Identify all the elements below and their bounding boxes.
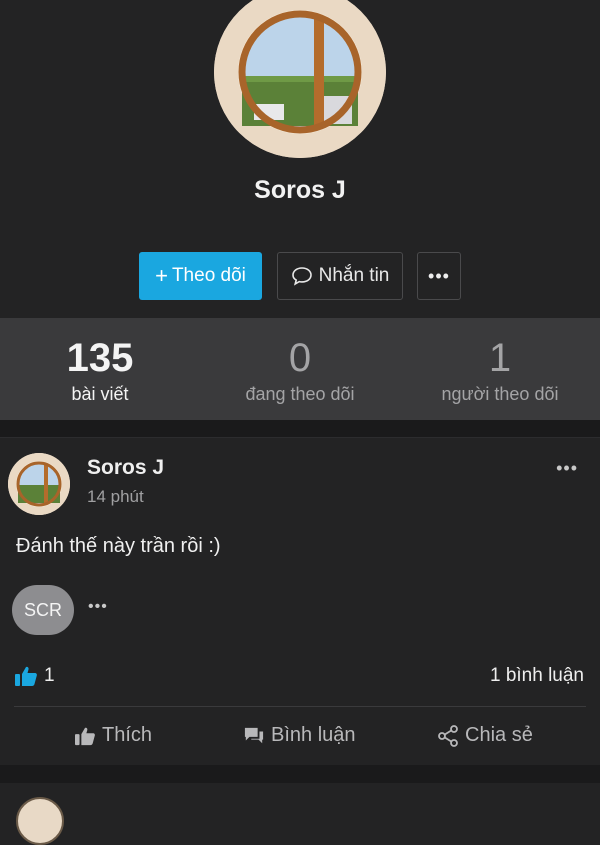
thumbs-up-icon <box>75 727 95 745</box>
section-divider <box>0 420 600 437</box>
avatar-image <box>214 0 386 158</box>
profile-stats: 135 bài viết 0 đang theo dõi 1 người the… <box>0 318 600 420</box>
stat-followers-label: người theo dõi <box>441 384 559 404</box>
stat-following-number: 0 <box>288 336 312 380</box>
tag-more-icon[interactable]: ••• <box>88 598 108 616</box>
follow-label: Theo dõi <box>171 265 246 286</box>
post-text: Đánh thế này trần rồi :) <box>16 535 221 557</box>
share-button-label: Chia sẻ <box>465 724 533 746</box>
share-icon <box>438 724 458 747</box>
plus-icon: + <box>155 263 168 288</box>
next-post-card <box>0 783 600 845</box>
chat-bubble-icon <box>291 267 312 286</box>
comment-button-label: Bình luận <box>271 724 356 746</box>
more-dots-icon: ••• <box>428 265 450 286</box>
stat-followers[interactable]: 1 người theo dõi <box>400 318 600 420</box>
comment-count[interactable]: 1 bình luận <box>490 665 584 687</box>
like-button-label: Thích <box>102 724 153 746</box>
like-button[interactable]: Thích <box>74 724 152 747</box>
stat-following[interactable]: 0 đang theo dõi <box>200 318 400 420</box>
profile-avatar[interactable] <box>214 0 386 158</box>
next-post-avatar[interactable] <box>16 797 64 845</box>
stat-following-label: đang theo dõi <box>245 384 355 404</box>
stat-posts-label: bài viết <box>71 384 129 404</box>
comment-icon <box>244 727 264 743</box>
message-button[interactable]: Nhắn tin <box>277 252 403 300</box>
stat-followers-number: 1 <box>488 336 512 380</box>
post-menu-icon[interactable]: ••• <box>556 458 578 479</box>
post-card: Soros J 14 phút ••• Đánh thế này trần rồ… <box>0 437 600 766</box>
post-divider <box>14 706 586 707</box>
share-button[interactable]: Chia sẻ <box>437 724 533 747</box>
like-count-value: 1 <box>44 665 55 686</box>
stat-posts-number: 135 <box>66 336 134 380</box>
profile-more-button[interactable]: ••• <box>417 252 461 300</box>
like-count[interactable]: 1 <box>14 665 55 687</box>
post-author-name[interactable]: Soros J <box>87 456 164 480</box>
message-label: Nhắn tin <box>318 265 390 286</box>
comment-button[interactable]: Bình luận <box>243 724 356 747</box>
post-author-avatar[interactable] <box>8 453 70 515</box>
tag-badge[interactable]: SCR <box>12 585 74 635</box>
profile-header: Soros J + Theo dõi Nhắn tin ••• <box>0 0 600 318</box>
section-divider <box>0 765 600 783</box>
post-timestamp: 14 phút <box>87 487 144 506</box>
profile-name: Soros J <box>254 176 346 204</box>
stat-posts[interactable]: 135 bài viết <box>0 318 200 420</box>
avatar-image <box>8 453 70 515</box>
thumbs-up-icon <box>15 666 37 686</box>
follow-button[interactable]: + Theo dõi <box>139 252 262 300</box>
